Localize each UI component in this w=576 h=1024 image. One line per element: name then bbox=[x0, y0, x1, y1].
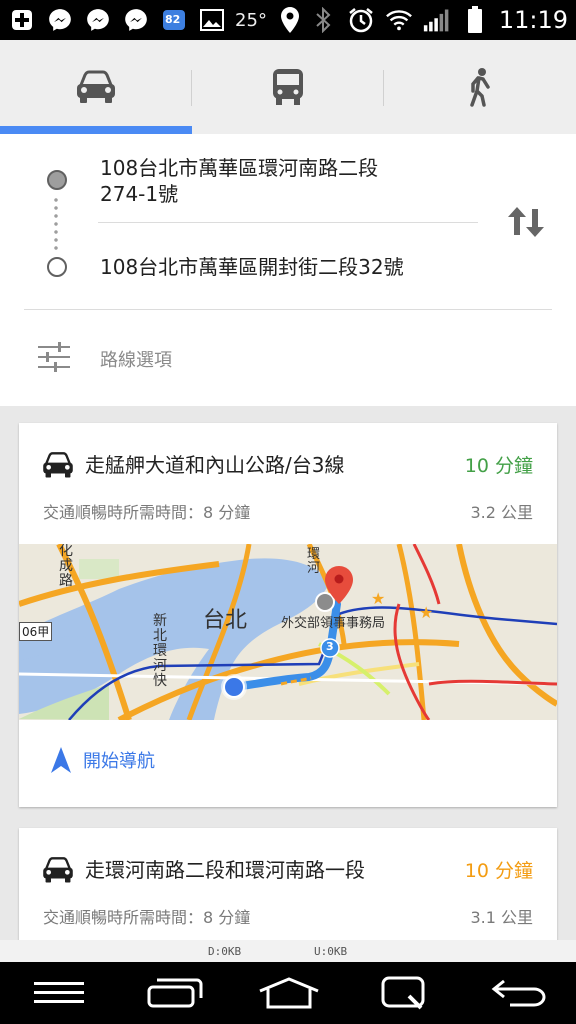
route-duration: 10 分鐘 bbox=[464, 860, 533, 882]
route-card[interactable]: 走艋舺大道和內山公路/台3線 10 分鐘 交通順暢時所需時間：8 分鐘 3.2 … bbox=[19, 423, 557, 807]
upload-speed: U:0KB bbox=[314, 945, 348, 958]
wifi-icon bbox=[385, 6, 413, 34]
gallery-icon bbox=[198, 6, 226, 34]
destination-field[interactable]: 108台北市萬華區開封街二段32號 bbox=[100, 254, 480, 280]
route-title: 走艋舺大道和內山公路/台3線 bbox=[85, 453, 345, 477]
map-poi-label: 外交部領事事務局 bbox=[281, 616, 386, 631]
menu-icon bbox=[34, 982, 84, 1003]
route-duration: 10 分鐘 bbox=[464, 455, 533, 477]
battery-icon bbox=[461, 6, 489, 34]
home-button[interactable] bbox=[244, 962, 334, 1024]
messenger-icon bbox=[84, 6, 112, 34]
route-traffic-note: 交通順暢時所需時間：8 分鐘 bbox=[43, 908, 251, 927]
swap-arrows-icon bbox=[508, 207, 544, 237]
origin-field[interactable]: 108台北市萬華區環河南路二段274-1號 bbox=[100, 155, 410, 207]
route-options-label: 路線選項 bbox=[100, 350, 172, 371]
medical-plus-icon bbox=[8, 6, 36, 34]
qslide-icon bbox=[381, 976, 425, 1010]
download-speed: D:0KB bbox=[208, 945, 242, 958]
map-city-label: 台北 bbox=[203, 608, 248, 633]
bluetooth-icon bbox=[309, 6, 337, 34]
map-road-label: 化成路 bbox=[59, 544, 73, 589]
start-navigation-button[interactable]: 開始導航 bbox=[49, 745, 155, 775]
route-distance: 3.1 公里 bbox=[470, 908, 533, 927]
svg-text:★: ★ bbox=[419, 603, 433, 622]
start-navigation-label: 開始導航 bbox=[83, 751, 155, 772]
route-map-preview[interactable]: ★ ★ 台北 外交部領事事務局 化成路 新北環河快 環河 3 06甲 bbox=[19, 544, 557, 720]
tab-walking[interactable] bbox=[384, 40, 576, 134]
transit-icon bbox=[273, 69, 303, 105]
map-route-sign: 06甲 bbox=[19, 622, 53, 641]
messenger-icon bbox=[46, 6, 74, 34]
selected-tab-indicator bbox=[0, 126, 192, 134]
battery-temperature-icon: 82 bbox=[160, 6, 188, 34]
navigation-arrow-icon bbox=[51, 747, 71, 773]
origin-marker-icon bbox=[47, 170, 67, 190]
network-speed-overlay: D:0KB U:0KB bbox=[0, 940, 576, 962]
map-road-label: 環河 bbox=[307, 547, 321, 576]
car-icon bbox=[43, 857, 73, 883]
swap-direction-button[interactable] bbox=[502, 200, 550, 244]
weather-temperature: 25° bbox=[235, 9, 267, 31]
location-pin-icon bbox=[276, 6, 304, 34]
signal-strength-icon bbox=[423, 6, 451, 34]
svg-text:★: ★ bbox=[371, 589, 385, 608]
walk-icon bbox=[470, 68, 490, 107]
route-distance: 3.2 公里 bbox=[470, 503, 533, 522]
destination-marker-icon bbox=[47, 257, 67, 277]
messenger-icon bbox=[122, 6, 150, 34]
map-road-label: 新北環河快 bbox=[153, 613, 167, 689]
travel-mode-tabs bbox=[0, 40, 576, 134]
car-icon bbox=[77, 70, 115, 103]
system-navigation-bar bbox=[0, 962, 576, 1024]
route-connector-dots bbox=[54, 196, 58, 252]
alarm-clock-icon bbox=[347, 6, 375, 34]
route-options-button[interactable]: 路線選項 bbox=[24, 330, 424, 386]
map-route-badge: 3 bbox=[326, 640, 334, 653]
car-icon bbox=[43, 452, 73, 478]
route-title: 走環河南路二段和環河南路一段 bbox=[85, 858, 365, 882]
menu-button[interactable] bbox=[14, 962, 104, 1024]
status-bar: 82 25° 11:19 bbox=[0, 0, 576, 40]
tab-driving[interactable] bbox=[0, 40, 192, 134]
back-button[interactable] bbox=[474, 962, 564, 1024]
tab-transit[interactable] bbox=[192, 40, 384, 134]
back-arrow-icon bbox=[491, 979, 546, 1007]
recent-apps-button[interactable] bbox=[130, 962, 220, 1024]
home-icon bbox=[259, 977, 319, 1009]
divider bbox=[98, 222, 478, 223]
divider bbox=[24, 309, 552, 310]
clock-time: 11:19 bbox=[498, 6, 568, 34]
tune-sliders-icon bbox=[38, 342, 70, 372]
route-traffic-note: 交通順暢時所需時間：8 分鐘 bbox=[43, 503, 251, 522]
recent-apps-icon bbox=[147, 978, 203, 1008]
qslide-button[interactable] bbox=[360, 962, 450, 1024]
battery-temperature-value: 82 bbox=[165, 13, 181, 26]
